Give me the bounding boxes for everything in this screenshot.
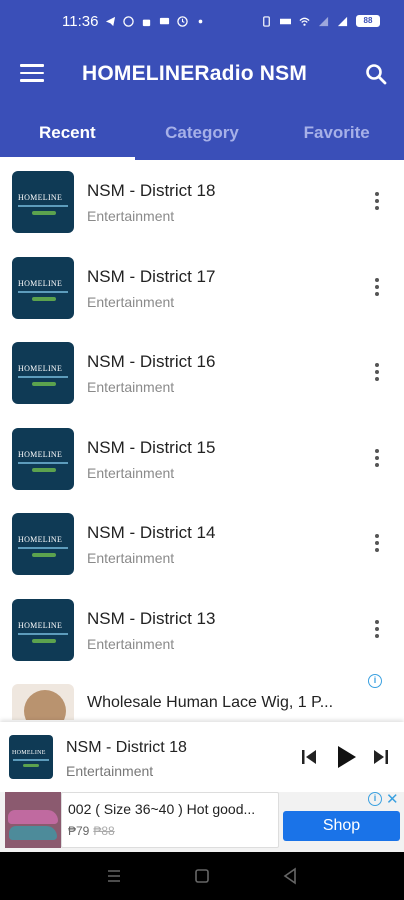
player-title: NSM - District 18: [66, 739, 187, 756]
vibrate-icon: [263, 15, 270, 27]
station-title: NSM - District 13: [87, 608, 216, 628]
back-icon[interactable]: [280, 866, 300, 886]
dot-icon: [199, 19, 203, 23]
station-title: NSM - District 18: [87, 181, 216, 200]
messenger-icon: [123, 15, 135, 27]
banner-ad-title: 002 ( Size 36~40 ) Hot good...: [68, 801, 256, 817]
close-icon[interactable]: ✕: [386, 790, 399, 808]
station-title: NSM - District 16: [87, 352, 216, 372]
telegram-icon: [106, 16, 116, 26]
list-item[interactable]: HOMELINE NSM - District 15 Entertainment: [0, 417, 404, 503]
status-bar: 11:36 88: [0, 0, 404, 42]
ad-info-icon[interactable]: i: [368, 674, 382, 688]
station-category: Entertainment: [87, 464, 175, 481]
more-vert-icon[interactable]: [374, 192, 380, 212]
station-logo: HOMELINE: [12, 598, 74, 661]
tab-recent[interactable]: Recent: [0, 108, 135, 160]
volte-icon: [280, 18, 291, 24]
station-category: Entertainment: [87, 550, 175, 567]
station-title: NSM - District 14: [87, 523, 216, 543]
banner-ad[interactable]: 002 ( Size 36~40 ) Hot good... ₱79 ₱88 Sh…: [0, 790, 404, 852]
banner-ad-old-price: ₱88: [93, 824, 115, 838]
recents-icon[interactable]: [104, 866, 124, 886]
native-ad[interactable]: Wholesale Human Lace Wig, 1 P... i: [0, 674, 404, 720]
more-vert-icon[interactable]: [374, 363, 380, 383]
skip-next-icon[interactable]: [372, 748, 390, 766]
more-vert-icon[interactable]: [374, 534, 380, 554]
list-item[interactable]: HOMELINE NSM - District 17 Entertainment: [0, 246, 404, 332]
station-logo: HOMELINE: [12, 427, 74, 490]
ad-image: [12, 684, 74, 720]
app-bar: HOMELINERadio NSM Recent Category Favori…: [0, 42, 404, 160]
battery-icon: 88: [356, 15, 380, 27]
tab-category[interactable]: Category: [135, 108, 270, 160]
skip-previous-icon[interactable]: [300, 748, 318, 766]
station-logo: HOMELINE: [12, 171, 74, 233]
menu-button[interactable]: [20, 64, 44, 84]
more-vert-icon[interactable]: [374, 277, 380, 298]
shop-button[interactable]: Shop: [283, 811, 400, 841]
clock-icon: [177, 15, 189, 27]
signal-icon: [318, 16, 329, 26]
mini-player[interactable]: HOMELINE NSM - District 18 Entertainment: [0, 722, 404, 792]
home-icon[interactable]: [192, 866, 212, 886]
chat-icon: [160, 17, 170, 24]
search-icon[interactable]: [364, 62, 388, 86]
station-category: Entertainment: [87, 635, 175, 652]
more-vert-icon[interactable]: [374, 448, 380, 469]
list-item[interactable]: HOMELINE NSM - District 18 Entertainment: [0, 160, 404, 246]
banner-ad-text[interactable]: 002 ( Size 36~40 ) Hot good... ₱79 ₱88: [61, 792, 279, 848]
station-logo: HOMELINE: [12, 256, 74, 319]
station-category: Entertainment: [87, 379, 175, 396]
status-time: 11:36: [62, 12, 99, 30]
station-title: NSM - District 15: [87, 437, 216, 457]
station-logo: HOMELINE: [12, 342, 74, 405]
app-title: HOMELINERadio NSM: [82, 62, 308, 85]
station-list: HOMELINE NSM - District 18 Entertainment…: [0, 160, 404, 674]
list-item[interactable]: HOMELINE NSM - District 14 Entertainment: [0, 502, 404, 588]
tab-favorite[interactable]: Favorite: [269, 108, 404, 160]
station-category: Entertainment: [87, 208, 175, 224]
player-station-logo: HOMELINE: [9, 735, 53, 779]
banner-ad-image: [5, 792, 61, 848]
wifi-icon: [299, 17, 310, 26]
station-title: NSM - District 17: [87, 266, 216, 286]
list-item[interactable]: HOMELINE NSM - District 13 Entertainment: [0, 588, 404, 674]
shopping-bag-icon: [143, 19, 151, 26]
system-nav-bar: [0, 852, 404, 900]
tab-bar: Recent Category Favorite: [0, 108, 404, 160]
station-logo: HOMELINE: [12, 513, 74, 576]
more-vert-icon[interactable]: [374, 619, 380, 640]
station-category: Entertainment: [87, 293, 175, 310]
player-category: Entertainment: [66, 763, 154, 779]
ad-info-icon[interactable]: i: [368, 792, 382, 806]
signal-icon-2: [337, 16, 348, 26]
banner-ad-price: ₱79: [68, 824, 90, 838]
ad-title: Wholesale Human Lace Wig, 1 P...: [87, 694, 334, 711]
play-icon[interactable]: [334, 744, 358, 770]
list-item[interactable]: HOMELINE NSM - District 16 Entertainment: [0, 331, 404, 417]
menu-icon: [20, 64, 44, 67]
